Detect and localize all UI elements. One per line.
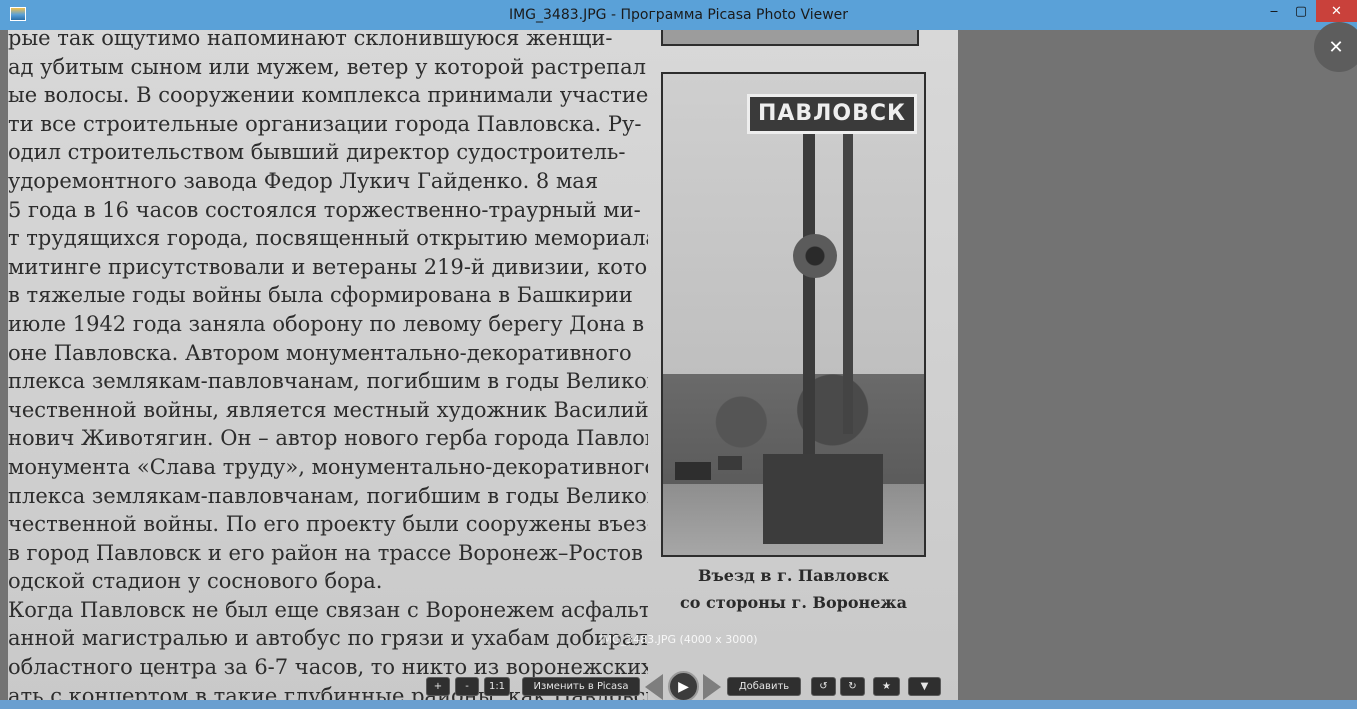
slideshow-play-button[interactable]: ▶ — [668, 671, 699, 702]
text-line: июле 1942 года заняла оборону по левому … — [8, 311, 645, 336]
edit-in-picasa-button[interactable]: Изменить в Picasa — [522, 677, 640, 696]
picasa-photo-viewer-window: IMG_3483.JPG - Программа Picasa Photo Vi… — [0, 0, 1357, 709]
monument-flower — [793, 234, 837, 278]
text-line: 5 года в 16 часов состоялся торжественно… — [8, 197, 641, 222]
play-icon: ▶ — [678, 678, 689, 695]
text-line: нович Животягин. Он – автор нового герба… — [8, 426, 648, 451]
rotate-right-button[interactable]: ↻ — [840, 677, 865, 696]
text-line: оне Павловска. Автором монументально-дек… — [8, 340, 632, 365]
zoom-out-button[interactable]: - — [455, 677, 479, 696]
zoom-in-button[interactable]: + — [426, 677, 450, 696]
window-title: IMG_3483.JPG - Программа Picasa Photo Vi… — [508, 7, 849, 23]
text-line: чественной войны, является местный худож… — [8, 397, 648, 422]
photo-car — [718, 456, 742, 470]
monument-photo: ПАВЛОВСК — [661, 72, 926, 557]
actual-size-button[interactable]: 1:1 — [484, 677, 510, 696]
previous-photo-button[interactable] — [645, 674, 663, 700]
window-bottom-border — [0, 700, 1357, 709]
text-line: удоремонтного завода Федор Лукич Гайденк… — [8, 168, 599, 193]
text-line: в город Павловск и его район на трассе В… — [8, 540, 648, 565]
text-line: ые волосы. В сооружении комплекса приним… — [8, 83, 648, 108]
page-text-block: рые так ощутимо напоминают склонившуюся … — [8, 30, 648, 700]
photo-car — [675, 462, 711, 480]
text-line: в тяжелые годы войны была сформирована в… — [8, 283, 633, 308]
monument-sign: ПАВЛОВСК — [747, 94, 917, 134]
window-close-button[interactable]: ✕ — [1316, 0, 1357, 22]
chevron-down-icon: ▼ — [920, 681, 929, 692]
file-info-label: IMG_3483.JPG (4000 x 3000) — [599, 633, 758, 646]
star-button[interactable]: ★ — [873, 677, 900, 696]
rotate-left-button[interactable]: ↺ — [811, 677, 836, 696]
monument-base — [763, 454, 883, 544]
rotate-right-icon: ↻ — [848, 681, 857, 692]
next-photo-button[interactable] — [703, 674, 721, 700]
caption-line: Въезд в г. Павловск — [697, 566, 889, 585]
text-line: плекса землякам-павловчанам, погибшим в … — [8, 369, 648, 394]
monument-post — [843, 134, 853, 434]
text-line: Когда Павловск не был еще связан с Ворон… — [8, 597, 648, 622]
title-bar[interactable]: IMG_3483.JPG - Программа Picasa Photo Vi… — [0, 0, 1357, 30]
text-line: ти все строительные организации города П… — [8, 111, 642, 136]
add-button[interactable]: Добавить — [727, 677, 801, 696]
text-line: ад убитым сыном или мужем, ветер у котор… — [8, 54, 647, 79]
text-line: чественной войны. По его проекту были со… — [8, 512, 648, 537]
rotate-left-icon: ↺ — [819, 681, 828, 692]
photo-display[interactable]: рые так ощутимо напоминают склонившуюся … — [8, 30, 958, 700]
figure-caption: Въезд в г. Павловск со стороны г. Вороне… — [661, 562, 926, 616]
viewer-close-button[interactable]: ✕ — [1314, 22, 1357, 72]
text-line: рые так ощутимо напоминают склонившуюся … — [8, 30, 613, 50]
text-line: одской стадион у соснового бора. — [8, 569, 383, 594]
text-line: т трудящихся города, посвященный открыти… — [8, 226, 648, 251]
maximize-button[interactable]: ▢ — [1289, 0, 1313, 22]
text-line: монумента «Слава труду», монументально-д… — [8, 454, 648, 479]
text-line: митинге присутствовали и ветераны 219-й … — [8, 254, 648, 279]
text-line: одил строительством бывший директор судо… — [8, 140, 626, 165]
previous-figure-edge — [661, 30, 919, 46]
monument-post — [803, 134, 815, 464]
text-line: плекса землякам-павловчанам, погибшим в … — [8, 483, 648, 508]
caption-line: со стороны г. Воронежа — [680, 593, 907, 612]
minimize-button[interactable]: ‒ — [1262, 0, 1286, 22]
star-icon: ★ — [882, 681, 891, 692]
more-options-button[interactable]: ▼ — [908, 677, 941, 696]
